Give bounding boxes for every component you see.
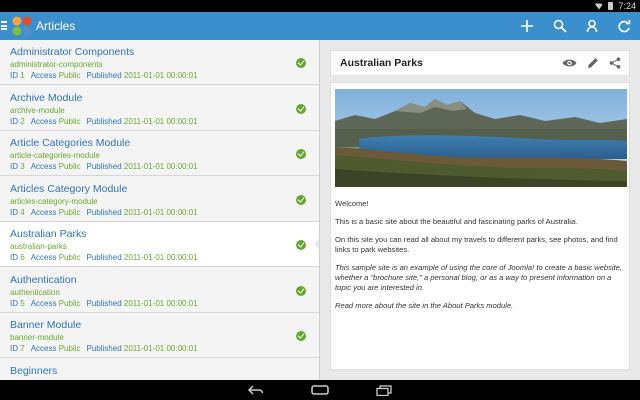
wifi-icon [594,3,604,10]
article-alias: articles-category-module [10,196,98,206]
article-title: Beginners [10,364,58,377]
drawer-menu-icon[interactable] [1,21,7,30]
joomla-logo-icon[interactable] [11,15,33,37]
selection-pointer [314,237,319,251]
list-item[interactable]: Banner Module banner-module ID 7 Access P… [0,313,319,358]
article-alias: australian-parks [10,242,67,251]
article-meta: ID 5 Access Public Published 2011-01-01 00… [10,298,198,308]
list-item[interactable]: Beginners [0,358,319,380]
published-check-icon [296,194,306,205]
article-meta: ID 7 Access Public Published 2011-01-01 00… [10,344,198,353]
article-alias: archive-module [10,105,65,115]
published-check-icon [296,240,306,250]
app-title: Articles [36,19,76,33]
refresh-icon[interactable] [615,17,633,35]
published-check-icon [296,149,306,159]
article-title: Banner Module [10,319,82,331]
article-meta: ID 4 Access Public Published 2011-01-01 00… [10,207,198,217]
action-bar: Articles [0,12,640,40]
add-icon[interactable] [518,17,536,35]
published-check-icon [296,103,306,114]
search-icon[interactable] [551,17,569,35]
park-landscape-image [335,89,627,187]
content-paragraph: Read more about the site in the About Pa… [335,301,514,310]
eye-icon[interactable] [561,55,577,71]
article-meta: ID 1 Access Public Published 2011-01-01 00… [10,71,198,80]
list-item-selected[interactable]: Australian Parks australian-parks ID 6 Ac… [0,222,319,267]
article-alias: banner-module [10,333,64,342]
share-icon[interactable] [607,55,623,71]
status-clock: 7:24 [618,1,636,11]
content-paragraph: This is a basic site about the beautiful… [335,217,578,226]
tablet-screen: 7:24 Articles Administrator Components a… [0,0,640,400]
article-list[interactable]: Administrator Components administrator-c… [0,40,320,380]
article-alias: administrator-components [10,60,103,69]
article-alias: authentication [10,287,60,297]
article-title: Authentication [10,273,77,286]
list-item[interactable]: Authentication authentication ID 5 Access… [0,267,319,313]
list-item[interactable]: Archive Module archive-module ID 2 Access… [0,85,319,131]
article-meta: ID 3 Access Public Published 2011-01-01 00… [10,162,198,171]
edit-pencil-icon[interactable] [585,55,601,71]
article-meta: ID 2 Access Public Published 2011-01-01 00… [10,116,198,126]
recent-apps-icon[interactable] [375,384,393,396]
content-paragraph: On this site you can read all about my t… [335,235,618,254]
list-item[interactable]: Articles Category Module articles-catego… [0,176,319,222]
article-detail-header: Australian Parks [330,50,630,76]
article-title: Archive Module [10,91,83,104]
published-check-icon [296,285,306,296]
user-search-icon[interactable] [584,17,602,35]
list-item[interactable]: Article Categories Module article-catego… [0,131,319,176]
content-paragraph: Welcome! [335,199,369,208]
content-paragraph: This sample site is an example of using … [335,263,623,292]
article-title: Australian Parks [10,228,87,240]
published-check-icon [296,331,306,341]
status-bar: 7:24 [0,0,640,12]
battery-icon [608,2,614,10]
article-detail-body[interactable]: Welcome! This is a basic site about the … [330,82,630,370]
article-alias: article-categories-module [10,151,100,160]
published-check-icon [296,58,306,68]
list-item[interactable]: Administrator Components administrator-c… [0,40,319,85]
article-title: Administrator Components [10,46,135,58]
home-icon[interactable] [311,384,329,396]
article-content: Welcome! This is a basic site about the … [335,199,627,319]
back-icon[interactable] [247,384,265,396]
article-title: Articles Category Module [10,182,128,195]
article-title: Article Categories Module [10,137,131,149]
detail-title: Australian Parks [340,57,423,69]
article-meta: ID 6 Access Public Published 2011-01-01 00… [10,253,198,262]
system-nav-bar [0,380,640,400]
